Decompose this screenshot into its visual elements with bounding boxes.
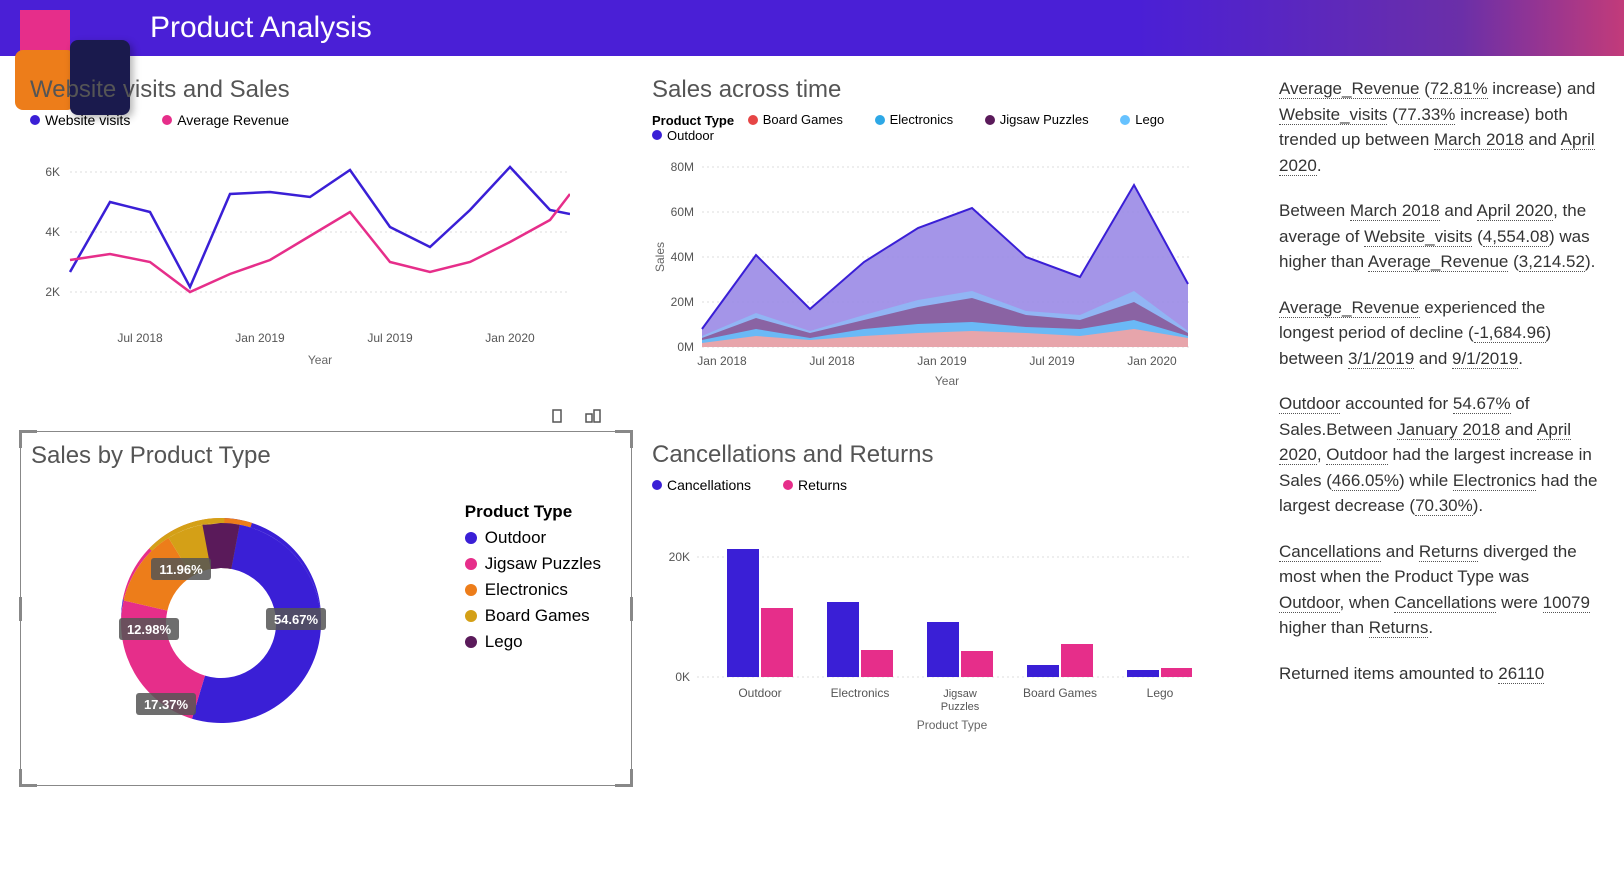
- chart-toolbar: [549, 408, 601, 424]
- chart-sales-time[interactable]: Sales across time Product Type Board Gam…: [642, 66, 1254, 421]
- svg-text:Jul 2018: Jul 2018: [117, 331, 163, 345]
- legend: Cancellations Returns: [652, 477, 1244, 493]
- chart-title: Sales by Product Type: [31, 442, 621, 470]
- svg-text:80M: 80M: [671, 160, 694, 174]
- svg-text:Jan 2019: Jan 2019: [917, 354, 967, 368]
- svg-text:17.37%: 17.37%: [144, 697, 189, 712]
- insight-1: Average_Revenue (72.81% increase) and We…: [1279, 76, 1599, 178]
- svg-text:0M: 0M: [677, 340, 694, 354]
- line-chart: 6K 4K 2K Jul 2018 Jan 2019 Jul 2019 Jan …: [30, 132, 570, 372]
- chart-title: Website visits and Sales: [30, 76, 622, 104]
- svg-text:Year: Year: [935, 374, 959, 388]
- insight-5: Cancellations and Returns diverged the m…: [1279, 539, 1599, 641]
- svg-text:60M: 60M: [671, 205, 694, 219]
- chart-title: Cancellations and Returns: [652, 441, 1244, 469]
- svg-text:Electronics: Electronics: [831, 686, 890, 700]
- svg-text:Board Games: Board Games: [1023, 686, 1097, 700]
- svg-text:54.67%: 54.67%: [274, 612, 319, 627]
- header: Product Analysis: [0, 0, 1624, 56]
- focus-icon[interactable]: [585, 408, 601, 424]
- svg-text:Jul 2018: Jul 2018: [809, 354, 855, 368]
- svg-text:Jul 2019: Jul 2019: [367, 331, 413, 345]
- insight-6: Returned items amounted to 26110: [1279, 661, 1599, 687]
- area-chart: 80M 60M 40M 20M 0M Sales Jan 2018 Jul 20…: [652, 147, 1192, 397]
- svg-text:Year: Year: [308, 353, 332, 367]
- svg-text:Jan 2018: Jan 2018: [697, 354, 747, 368]
- insight-4: Outdoor accounted for 54.67% of Sales.Be…: [1279, 391, 1599, 519]
- svg-text:Jan 2019: Jan 2019: [235, 331, 285, 345]
- svg-text:0K: 0K: [675, 670, 690, 684]
- svg-text:Lego: Lego: [1147, 686, 1174, 700]
- svg-text:Puzzles: Puzzles: [941, 701, 980, 713]
- svg-text:Sales: Sales: [653, 242, 667, 272]
- legend: Product Type Board Games Electronics Jig…: [652, 112, 1244, 143]
- chart-visits-sales[interactable]: Website visits and Sales Website visits …: [20, 66, 632, 421]
- svg-text:2K: 2K: [45, 285, 60, 299]
- insight-3: Average_Revenue experienced the longest …: [1279, 295, 1599, 372]
- chart-sales-product[interactable]: Sales by Product Type: [20, 431, 632, 786]
- filter-icon[interactable]: [549, 408, 565, 424]
- bar-chart: 20K 0K Outdoor Electronics Jigsaw Puzzle…: [652, 497, 1192, 757]
- donut-chart: 54.67% 17.37% 12.98% 11.96%: [31, 478, 391, 748]
- svg-text:Jan 2020: Jan 2020: [1127, 354, 1177, 368]
- svg-text:40M: 40M: [671, 250, 694, 264]
- insight-2: Between March 2018 and April 2020, the a…: [1279, 198, 1599, 275]
- svg-text:11.96%: 11.96%: [159, 562, 203, 577]
- chart-cancel-returns[interactable]: Cancellations and Returns Cancellations …: [642, 431, 1254, 786]
- chart-title: Sales across time: [652, 76, 1244, 104]
- legend: Website visits Average Revenue: [30, 112, 622, 128]
- svg-text:Product Type: Product Type: [917, 718, 988, 732]
- svg-text:Jan 2020: Jan 2020: [485, 331, 535, 345]
- svg-text:Outdoor: Outdoor: [738, 686, 781, 700]
- svg-text:20M: 20M: [671, 295, 694, 309]
- page-title: Product Analysis: [150, 11, 372, 45]
- svg-text:6K: 6K: [45, 165, 60, 179]
- svg-text:20K: 20K: [669, 550, 690, 564]
- svg-text:12.98%: 12.98%: [127, 622, 172, 637]
- svg-text:Jigsaw: Jigsaw: [943, 688, 977, 700]
- narrative-panel[interactable]: Average_Revenue (72.81% increase) and We…: [1274, 66, 1604, 786]
- svg-text:4K: 4K: [45, 225, 60, 239]
- svg-text:Jul 2019: Jul 2019: [1029, 354, 1075, 368]
- legend: Product Type Outdoor Jigsaw Puzzles Elec…: [465, 502, 601, 658]
